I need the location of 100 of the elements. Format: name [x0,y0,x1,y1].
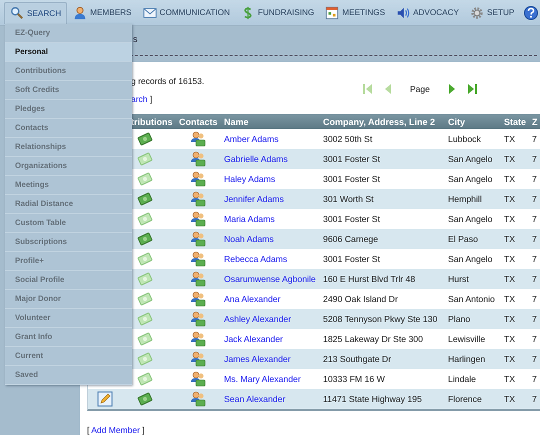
member-name-link[interactable]: Ana Alexander [224,294,281,304]
help-icon[interactable] [523,4,540,20]
money-icon[interactable] [137,391,153,407]
city-cell: San Antonio [448,294,495,304]
zip-cell: 7 [532,374,537,384]
contacts-icon[interactable] [190,351,206,367]
member-name-link[interactable]: Jack Alexander [224,334,283,344]
city-cell: Hurst [448,274,469,284]
contacts-icon[interactable] [190,211,206,227]
contacts-icon[interactable] [190,191,206,207]
address-cell: 1825 Lakeway Dr Ste 300 [323,334,423,344]
city-cell: San Angelo [448,154,492,164]
address-cell: 2490 Oak Island Dr [323,294,398,304]
address-cell: 301 Worth St [323,194,374,204]
city-cell: Plano [448,314,470,324]
money-icon[interactable] [137,231,153,247]
last-page-icon[interactable] [466,83,478,95]
state-cell: TX [504,274,516,284]
zip-cell: 7 [532,394,537,404]
state-cell: TX [504,214,516,224]
city-cell: Lubbock [448,134,481,144]
edit-icon[interactable] [97,391,113,407]
address-cell: 9606 Carnege [323,234,378,244]
state-cell: TX [504,254,516,264]
contacts-icon[interactable] [190,371,206,387]
contacts-icon[interactable] [190,271,206,287]
search-link[interactable]: arch [131,94,148,104]
nav-tab[interactable]: COMMUNICATION [138,2,235,23]
tab-label[interactable]: s [133,34,138,48]
nav-tab[interactable]: SEARCH [4,2,68,24]
contacts-icon[interactable] [190,391,206,407]
zip-cell: 7 [532,194,537,204]
contacts-icon[interactable] [190,131,206,147]
member-name-link[interactable]: Haley Adams [224,174,276,184]
magnifier-icon [10,6,24,20]
city-cell: Hemphill [448,194,482,204]
zip-cell: 7 [532,274,537,284]
add-member-line: [ Add Member ] [87,425,146,435]
nav-tab[interactable]: ADVOCACY [391,2,464,23]
zip-cell: 7 [532,294,537,304]
nav-tab[interactable]: MEETINGS [320,2,390,23]
city-cell: San Angelo [448,254,492,264]
zip-cell: 7 [532,334,537,344]
city-cell: San Angelo [448,214,492,224]
state-cell: TX [504,374,516,384]
city-cell: San Angelo [448,174,492,184]
envelope-icon [142,6,157,20]
state-cell: TX [504,234,516,244]
column-header: State [504,116,526,126]
speaker-icon [396,6,410,20]
address-cell: 3001 Foster St [323,214,380,224]
address-cell: 11471 State Highway 195 [323,394,422,404]
state-cell: TX [504,354,516,364]
member-name-link[interactable]: Amber Adams [224,134,279,144]
state-cell: TX [504,334,516,344]
zip-cell: 7 [532,314,537,324]
person-icon [73,6,88,20]
address-cell: 5208 Tennyson Pkwy Ste 130 [323,314,438,324]
state-cell: TX [504,174,516,184]
state-cell: TX [504,134,516,144]
city-cell: Florence [448,394,482,404]
state-cell: TX [504,294,516,304]
nav-tab[interactable]: SETUP [465,2,520,23]
address-cell: 3001 Foster St [323,254,380,264]
address-cell: 160 E Hurst Blvd Trlr 48 [323,274,416,284]
zip-cell: 7 [532,254,537,264]
nav-tab[interactable]: FUNDRAISING [236,2,320,23]
contacts-icon[interactable] [190,251,206,267]
member-name-link[interactable]: Rebecca Adams [224,254,288,264]
calendar-icon [325,6,340,20]
city-cell: Lewisville [448,334,486,344]
state-cell: TX [504,154,516,164]
column-header: Name [224,116,249,126]
city-cell: Lindale [448,374,476,384]
zip-cell: 7 [532,134,537,144]
zip-cell: 7 [532,234,537,244]
address-cell: 3001 Foster St [323,154,380,164]
zip-cell: 7 [532,174,537,184]
address-cell: 3002 50th St [323,134,372,144]
money-icon[interactable] [137,131,153,147]
member-name-link[interactable]: Maria Adams [224,214,275,224]
contacts-icon[interactable] [190,331,206,347]
contacts-icon[interactable] [190,291,206,307]
nav-tab[interactable]: MEMBERS [68,2,137,23]
state-cell: TX [504,194,516,204]
zip-cell: 7 [532,354,537,364]
contacts-icon[interactable] [190,231,206,247]
member-name-link[interactable]: Ms. Mary Alexander [224,374,301,384]
zip-cell: 7 [532,214,537,224]
contacts-icon[interactable] [190,311,206,327]
column-header: Company, Address, Line 2 [323,116,436,126]
money-icon[interactable] [137,191,153,207]
add-member-link[interactable]: Add Member [91,425,140,435]
address-cell: 213 Southgate Dr [323,354,392,364]
column-header: Z [532,116,538,126]
contacts-icon[interactable] [190,171,206,187]
contacts-icon[interactable] [190,151,206,167]
city-cell: El Paso [448,234,478,244]
column-header: Contacts [179,116,218,126]
city-cell: Harlingen [448,354,486,364]
